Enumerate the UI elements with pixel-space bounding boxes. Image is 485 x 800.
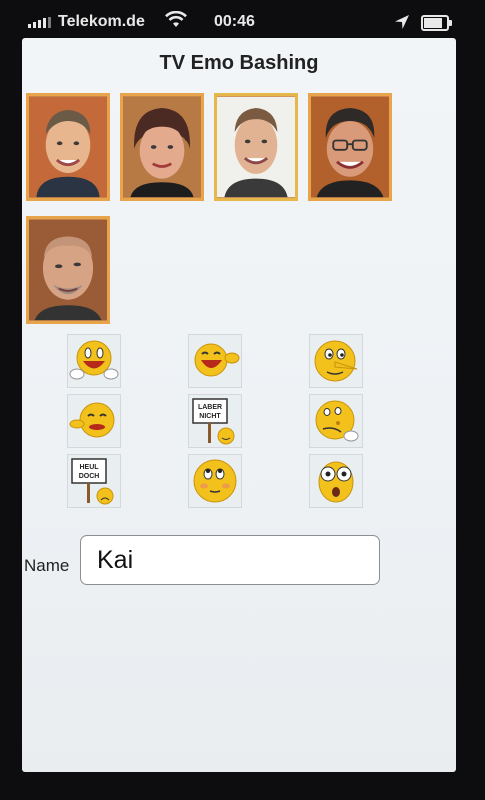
talking-smiley-icon: [69, 402, 115, 438]
battery-level: [424, 18, 442, 28]
carrier-name: Telekom.de: [58, 13, 145, 30]
sign-smiley-icon: HEUL DOCH: [71, 458, 114, 505]
peeking-smiley-icon: [69, 340, 119, 380]
sign-text-line-1: LABER: [198, 404, 222, 411]
sign-text-line-1: HEUL: [79, 464, 99, 471]
emoticon-button-6[interactable]: [309, 394, 363, 448]
emoticon-button-7[interactable]: HEUL DOCH: [67, 454, 121, 508]
person-portrait-4: [311, 96, 389, 198]
emoticon-button-2[interactable]: [188, 334, 242, 388]
long-nose-smiley-icon: [314, 340, 358, 382]
person-portrait-5: [29, 219, 107, 321]
emoticon-button-8[interactable]: [188, 454, 242, 508]
shocked-smiley-icon: [318, 461, 354, 503]
location-arrow-icon: [395, 15, 409, 29]
person-button-1[interactable]: [26, 93, 110, 201]
emoticon-button-5[interactable]: LABER NICHT: [188, 394, 242, 448]
sign-text-line-2: DOCH: [79, 473, 100, 480]
sign-smiley-icon: LABER NICHT: [192, 398, 235, 445]
person-button-2[interactable]: [120, 93, 204, 201]
battery-icon: [421, 15, 452, 31]
wifi-icon: [165, 11, 187, 27]
signal-strength-icon: [28, 17, 51, 28]
person-button-5[interactable]: [26, 216, 110, 324]
emoticon-button-9[interactable]: [309, 454, 363, 508]
laughing-pointing-smiley-icon: [194, 343, 240, 377]
emoticon-button-4[interactable]: [67, 394, 121, 448]
name-input[interactable]: [80, 535, 380, 585]
emoticon-button-1[interactable]: [67, 334, 121, 388]
app-screen: TV Emo Bashing LABER NICHT HEUL DOCH Nam…: [22, 38, 456, 772]
person-portrait-1: [29, 96, 107, 198]
page-title: TV Emo Bashing: [159, 52, 319, 74]
person-portrait-3: [217, 96, 295, 198]
person-button-4[interactable]: [308, 93, 392, 201]
status-bar: Telekom.de 00:46: [22, 8, 462, 36]
name-label: Name: [24, 556, 70, 575]
sign-text-line-2: NICHT: [199, 413, 221, 420]
rolling-eyes-smiley-icon: [315, 400, 359, 442]
emoticon-button-3[interactable]: [309, 334, 363, 388]
clock: 00:46: [214, 13, 255, 30]
person-portrait-2: [123, 96, 201, 198]
person-button-3[interactable]: [214, 93, 298, 201]
dreamy-smiley-icon: [193, 459, 237, 503]
